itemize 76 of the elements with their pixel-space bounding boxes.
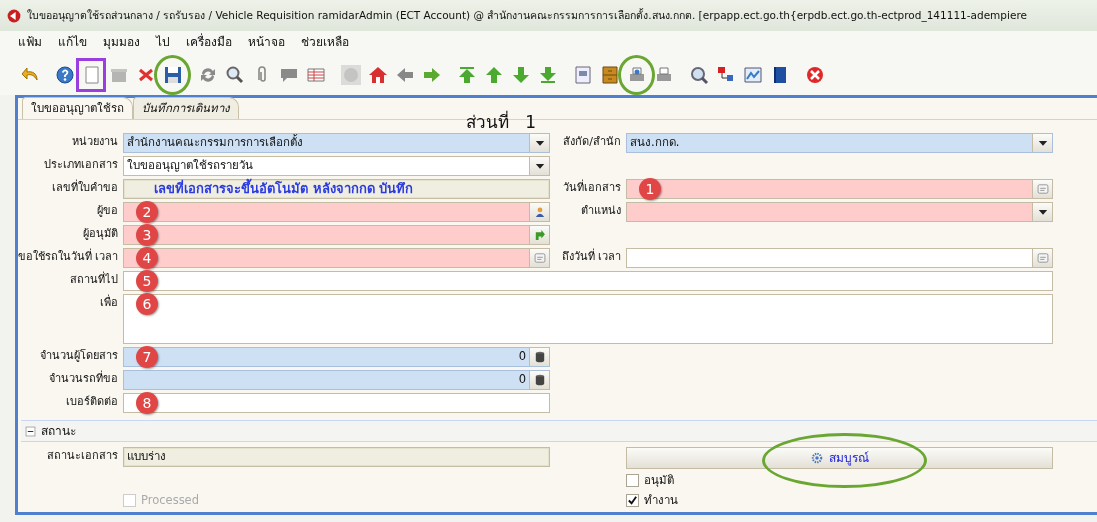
save-icon[interactable] [162,65,183,85]
hint-text: เลขที่เอกสารจะขึ้นอัตโนมัต หลังจากกด บันทึก [124,179,414,199]
field-label: ผู้ขอ [97,203,118,219]
cabinet-icon[interactable] [599,65,620,85]
checkbox[interactable] [626,474,639,488]
checkbox-label: ทำงาน [644,492,678,510]
field-label: ผู้อนุมัติ [83,226,118,242]
input-field[interactable]: 2 [123,202,550,222]
tab[interactable]: ใบขออนุญาตใช้รถ [22,96,133,119]
report-icon[interactable] [572,65,593,85]
field-label: สถานที่ไป [70,271,118,288]
dropdown-field[interactable]: ใบขออนุญาตใช้รถรายวัน [123,156,550,176]
field-label: เพื่อ [100,294,118,311]
input-field[interactable]: 7 0 [123,347,550,367]
collapse-icon[interactable] [25,425,36,437]
menu-item[interactable]: แก้ไข [58,33,87,51]
menu-item[interactable]: ไป [156,33,170,51]
number-badge: 7 [136,346,158,368]
close-icon[interactable] [804,65,825,85]
input-field[interactable]: 5 [123,271,1053,291]
dropdown-field[interactable]: สนง.กกด. [626,133,1053,153]
text-area[interactable]: 6 [123,294,1053,344]
complete-button[interactable]: สมบูรณ์ [626,447,1053,469]
menu-item[interactable]: แฟ้ม [18,33,42,51]
field-label: จำนวนรถที่ขอ [49,370,118,387]
app-icon [6,7,22,24]
field-label: ตำแหน่ง [581,203,621,219]
chart-icon[interactable] [742,65,763,85]
field-label: เลขที่ใบคำขอ [52,179,118,196]
zoom-icon[interactable] [688,65,709,85]
gear-icon [810,451,824,465]
menu-item[interactable]: หน้าจอ [248,33,285,51]
input-field[interactable] [626,248,1053,268]
input-field[interactable]: 8 [123,393,550,413]
checkbox[interactable] [626,494,639,508]
grid-icon[interactable] [305,65,326,85]
field-label: สถานะเอกสาร [47,448,118,464]
input-field[interactable]: 4 [123,248,550,268]
input-field[interactable]: 1 [626,179,1053,199]
home-icon[interactable] [367,65,388,85]
input-field[interactable]: 3 [123,225,550,245]
field-label: จำนวนผู้โดยสาร [40,348,118,364]
calendar-icon[interactable] [1035,182,1050,196]
dropdown-field[interactable]: สำนักงานคณะกรรมการการเลือกตั้ง [123,133,550,153]
field-label: หน่วยงาน [72,134,118,150]
search-icon[interactable] [224,65,245,85]
arrow-right-icon[interactable] [421,65,442,85]
input-field[interactable]: แบบร่าง [123,447,550,467]
number-badge: 5 [136,270,158,292]
checkbox-label: อนุมัติ [644,472,674,489]
calendar-icon[interactable] [532,251,547,265]
number-badge: 3 [136,224,158,246]
number-badge: 1 [639,178,661,200]
checkbox-label: Processed [141,492,199,510]
menu-item[interactable]: มุมมอง [103,33,140,51]
menu-item[interactable]: เครื่องมือ [186,33,232,51]
menu-item[interactable]: ช่วยเหลือ [301,33,349,51]
field-label: เบอร์ติดต่อ [66,394,118,410]
field-label: ประเภทเอกสาร [44,157,118,173]
dropdown-field[interactable] [626,202,1053,222]
number-badge: 2 [136,201,158,223]
field-label: ขอใช้รถในวันที่ เวลา [17,248,118,265]
field-label: วันที่เอกสาร [563,179,621,196]
field-label: สังกัด/สำนัก [563,134,621,150]
input-field[interactable]: เลขที่เอกสารจะขึ้นอัตโนมัต หลังจากกด บันทึก [123,179,550,199]
input-field[interactable]: 0 [123,370,550,390]
number-badge: 4 [136,247,158,269]
field-label: ถึงวันที่ เวลา [561,248,621,265]
section-heading: สถานะ [41,423,76,440]
help-icon[interactable] [54,65,75,85]
number-badge: 6 [136,293,158,315]
tab[interactable]: บันทึกการเดินทาง [133,96,239,119]
calendar-icon[interactable] [1035,251,1050,265]
number-badge: 8 [136,392,158,414]
window-title: ใบขออนุญาตใช้รถส่วนกลาง / รถรับรอง / Vehicle Requisition ramidarAdmin (ECT Account) @ สำนักงานคณะกรรมการการเลือกตั้ง.สนง.กกต. [erpapp.ect.go.th{erpdb.ect.go.th-ectprod_141111-adempiere [27,7,1027,24]
section-title: ส่วนที่ 1 [466,110,537,134]
